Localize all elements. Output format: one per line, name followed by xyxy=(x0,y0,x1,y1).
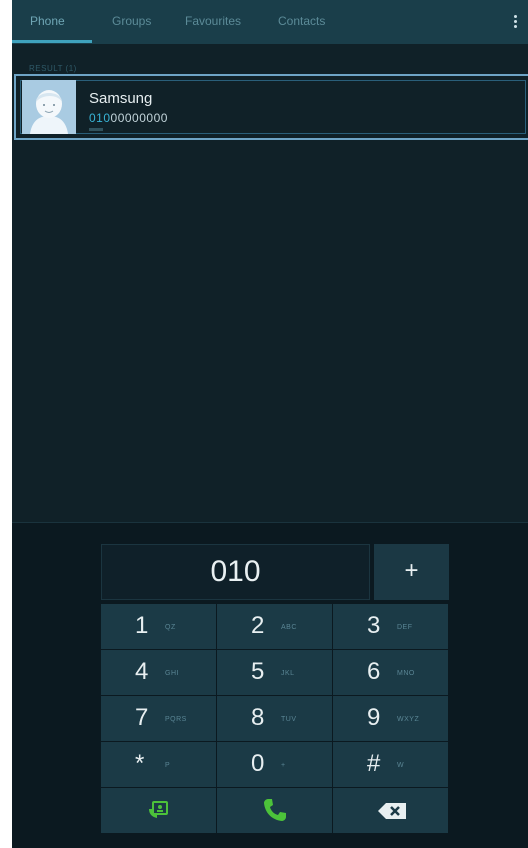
call-button[interactable] xyxy=(217,788,332,833)
key-9[interactable]: 9 WXYZ xyxy=(333,696,448,741)
key-digit: 9 xyxy=(367,704,381,731)
active-tab-indicator xyxy=(12,40,92,43)
key-letters: ABC xyxy=(281,624,297,631)
contact-row-focus xyxy=(20,80,526,134)
key-letters: P xyxy=(165,762,171,769)
key-letters: + xyxy=(281,762,286,769)
tab-phone[interactable]: Phone xyxy=(30,14,65,34)
contact-number: 01000000000 xyxy=(89,111,168,125)
dialpad-area: 010 + 1 QZ 2 ABC 3 DEF 4 GHI 5 JKL 6 MNO 7 PQRS… xyxy=(12,522,528,848)
avatar-placeholder-icon xyxy=(22,80,76,134)
key-7[interactable]: 7 PQRS xyxy=(101,696,216,741)
key-letters: GHI xyxy=(165,670,179,677)
add-to-contacts-button[interactable]: + xyxy=(374,544,449,600)
contact-avatar xyxy=(22,80,76,134)
key-letters: TUV xyxy=(281,716,297,723)
tab-contacts[interactable]: Contacts xyxy=(278,14,325,34)
key-digit: 1 xyxy=(135,612,149,639)
key-4[interactable]: 4 GHI xyxy=(101,650,216,695)
contact-result-row[interactable]: Samsung 01000000000 xyxy=(14,74,528,140)
key-digit: 6 xyxy=(367,658,381,685)
key-digit: 4 xyxy=(135,658,149,685)
key-0[interactable]: 0 + xyxy=(217,742,332,787)
tab-favourites[interactable]: Favourites xyxy=(185,14,241,34)
key-letters: PQRS xyxy=(165,716,187,723)
search-result-header: RESULT (1) xyxy=(29,64,77,73)
key-hash[interactable]: # W xyxy=(333,742,448,787)
key-star[interactable]: * P xyxy=(101,742,216,787)
key-6[interactable]: 6 MNO xyxy=(333,650,448,695)
key-digit: 8 xyxy=(251,704,265,731)
key-1[interactable]: 1 QZ xyxy=(101,604,216,649)
dialed-number-field[interactable]: 010 xyxy=(101,544,370,600)
key-digit: 0 xyxy=(251,750,265,777)
contact-number-type xyxy=(89,128,103,131)
contacts-add-icon xyxy=(149,801,168,818)
number-match-highlight: 010 xyxy=(89,111,111,125)
key-letters: MNO xyxy=(397,670,415,677)
key-digit: 2 xyxy=(251,612,265,639)
key-letters: WXYZ xyxy=(397,716,420,723)
contacts-button[interactable] xyxy=(101,788,216,833)
key-digit: 3 xyxy=(367,612,381,639)
tab-bar: Phone Groups Favourites Contacts xyxy=(12,0,528,44)
call-icon xyxy=(264,799,286,821)
tab-groups[interactable]: Groups xyxy=(112,14,151,34)
key-letters: QZ xyxy=(165,624,176,631)
key-digit: * xyxy=(135,750,145,777)
screen-bezel xyxy=(0,0,12,848)
phone-app: Phone Groups Favourites Contacts RESULT … xyxy=(12,0,528,848)
number-rest: 00000000 xyxy=(110,111,168,125)
key-3[interactable]: 3 DEF xyxy=(333,604,448,649)
key-letters: JKL xyxy=(281,670,295,677)
backspace-icon xyxy=(378,803,406,819)
contact-name: Samsung xyxy=(89,90,153,107)
key-letters: DEF xyxy=(397,624,413,631)
more-vert-icon[interactable] xyxy=(512,14,518,32)
key-digit: # xyxy=(367,750,381,777)
phone-screen: Phone Groups Favourites Contacts RESULT … xyxy=(0,0,528,848)
backspace-button[interactable] xyxy=(333,788,448,833)
key-5[interactable]: 5 JKL xyxy=(217,650,332,695)
key-2[interactable]: 2 ABC xyxy=(217,604,332,649)
key-digit: 5 xyxy=(251,658,265,685)
key-8[interactable]: 8 TUV xyxy=(217,696,332,741)
key-letters: W xyxy=(397,762,405,769)
key-digit: 7 xyxy=(135,704,149,731)
